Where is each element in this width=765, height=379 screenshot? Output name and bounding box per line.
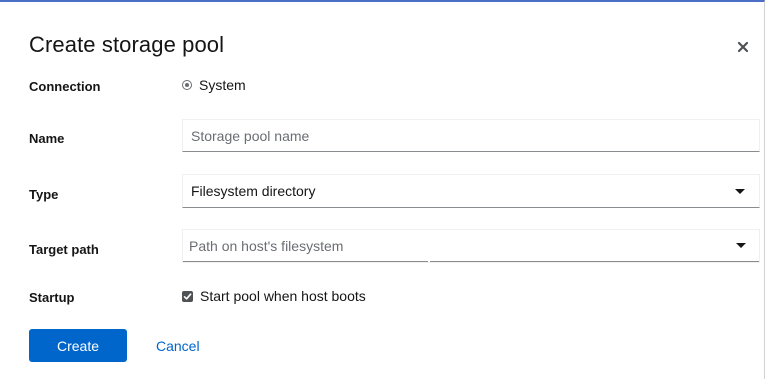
checkbox-checked-icon[interactable] bbox=[182, 290, 193, 302]
create-button[interactable]: Create bbox=[29, 329, 127, 362]
cancel-button[interactable]: Cancel bbox=[148, 329, 208, 362]
pool-type-selected-value: Filesystem directory bbox=[191, 183, 316, 199]
name-label: Name bbox=[29, 131, 65, 146]
caret-down-icon bbox=[736, 243, 746, 248]
target-path-typeahead bbox=[182, 229, 760, 263]
close-button[interactable] bbox=[734, 38, 752, 56]
close-icon bbox=[734, 38, 752, 56]
start-on-boot-checkbox[interactable]: Start pool when host boots bbox=[182, 287, 366, 305]
create-storage-pool-dialog: Create storage pool Connection System Na… bbox=[0, 0, 765, 379]
radio-selected-icon[interactable] bbox=[182, 80, 192, 90]
dialog-title: Create storage pool bbox=[29, 32, 225, 57]
startup-label: Startup bbox=[29, 290, 75, 305]
start-on-boot-label: Start pool when host boots bbox=[200, 288, 366, 304]
caret-down-icon bbox=[735, 189, 745, 194]
target-path-label: Target path bbox=[29, 242, 99, 257]
pool-type-select[interactable]: Filesystem directory bbox=[182, 174, 760, 208]
type-label: Type bbox=[29, 187, 59, 202]
storage-pool-name-input[interactable] bbox=[182, 119, 760, 152]
connection-system-radio[interactable]: System bbox=[182, 76, 246, 94]
target-path-toggle[interactable] bbox=[430, 230, 759, 262]
target-path-input[interactable] bbox=[183, 230, 428, 262]
connection-system-label: System bbox=[199, 77, 246, 93]
connection-label: Connection bbox=[29, 79, 101, 94]
